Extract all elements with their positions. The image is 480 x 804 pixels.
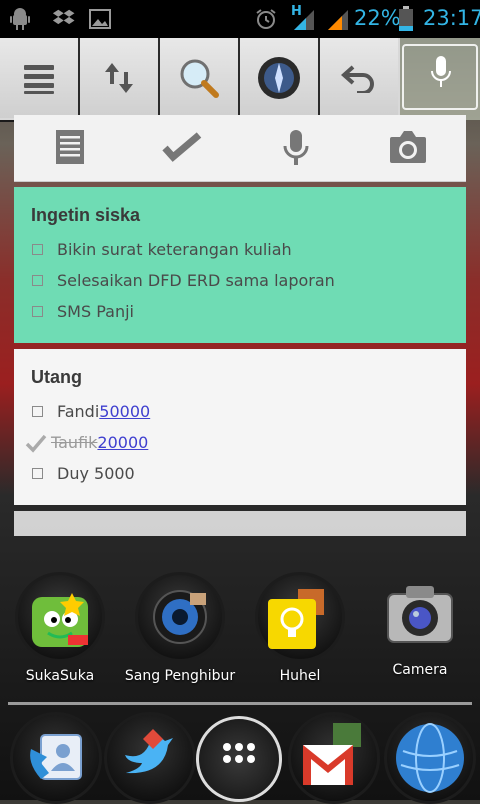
app-sang-penghibur[interactable]: Sang Penghibur <box>120 572 240 684</box>
mic-icon <box>431 56 451 87</box>
checklist-item[interactable]: SMS Panji <box>31 296 449 327</box>
new-note-icon[interactable] <box>50 127 90 167</box>
checklist-icon[interactable] <box>162 127 202 167</box>
app-label: Sang Penghibur <box>124 668 236 684</box>
back-button[interactable] <box>320 38 398 118</box>
checklist-item-text: Duy 5000 <box>57 464 135 483</box>
compass-button[interactable] <box>240 38 320 118</box>
music-folder-icon <box>135 572 225 662</box>
data-sync-button[interactable] <box>80 38 160 118</box>
gmail-folder-icon[interactable] <box>288 712 380 804</box>
signal-icon <box>328 10 348 30</box>
checklist-item-text: Fandi <box>57 402 100 421</box>
browser-icon[interactable] <box>384 712 476 804</box>
checkbox[interactable] <box>32 406 43 417</box>
checklist-item[interactable]: Duy 5000 <box>31 458 449 489</box>
signal-icon <box>294 10 314 30</box>
checklist-item[interactable]: Taufik 20000 <box>25 427 449 458</box>
phone-number-link[interactable]: 50000 <box>99 402 150 421</box>
app-label: SukaSuka <box>25 668 95 684</box>
menu-icon <box>24 65 54 94</box>
voice-note-icon[interactable] <box>276 127 316 167</box>
checklist-item-text: Selesaikan DFD ERD sama laporan <box>57 271 335 290</box>
battery-icon <box>399 6 413 31</box>
checklist-item[interactable]: Fandi 50000 <box>31 396 449 427</box>
back-icon <box>341 65 374 93</box>
checkbox[interactable] <box>32 244 43 255</box>
next-note-edge <box>14 511 466 536</box>
note-title: Utang <box>31 367 82 387</box>
voice-search-widget[interactable] <box>400 38 480 120</box>
checkbox[interactable] <box>32 468 43 479</box>
note-card[interactable]: Utang Fandi 50000 Taufik 20000 Duy 5000 <box>14 349 466 505</box>
checklist-item[interactable]: Bikin surat keterangan kuliah <box>31 234 449 265</box>
twitter-folder-icon[interactable] <box>104 712 196 804</box>
search-button[interactable] <box>160 38 240 118</box>
app-sukasuka[interactable]: SukaSuka <box>0 572 120 684</box>
quick-toolbar <box>0 38 400 122</box>
camera-icon <box>378 572 462 656</box>
keep-folder-icon <box>255 572 345 662</box>
dropbox-icon <box>52 9 75 25</box>
checklist-item-text: Taufik <box>51 433 98 452</box>
android-icon <box>10 8 30 30</box>
checkbox[interactable] <box>32 275 43 286</box>
dock-divider <box>8 702 472 705</box>
checklist-item-text: Bikin surat keterangan kuliah <box>57 240 292 259</box>
alarm-icon <box>256 9 276 29</box>
data-sync-icon <box>105 63 133 93</box>
keep-widget-toolbar <box>14 115 466 182</box>
clock: 23:17 <box>423 6 480 30</box>
battery-percent: 22% <box>354 6 401 30</box>
app-huhel[interactable]: Huhel <box>240 572 360 684</box>
checklist-item-text: SMS Panji <box>57 302 134 321</box>
game-folder-icon <box>15 572 105 662</box>
gallery-icon <box>89 9 111 29</box>
checkbox[interactable] <box>32 306 43 317</box>
checklist-item[interactable]: Selesaikan DFD ERD sama laporan <box>31 265 449 296</box>
note-title: Ingetin siska <box>31 205 141 225</box>
checked-checkbox-icon[interactable] <box>25 432 47 454</box>
camera-icon[interactable] <box>388 127 428 167</box>
search-icon <box>180 59 219 98</box>
note-card[interactable]: Ingetin siska Bikin surat keterangan kul… <box>14 187 466 343</box>
phone-number-link[interactable]: 20000 <box>97 433 148 452</box>
compass-icon <box>258 57 300 99</box>
app-label: Huhel <box>279 668 321 684</box>
app-camera[interactable]: Camera <box>360 572 480 678</box>
status-bar: H 22% 23:17 <box>0 0 480 38</box>
app-label: Camera <box>392 662 448 678</box>
menu-button[interactable] <box>0 38 80 118</box>
app-drawer-icon[interactable] <box>196 716 282 802</box>
phone-contacts-icon[interactable] <box>10 712 102 804</box>
